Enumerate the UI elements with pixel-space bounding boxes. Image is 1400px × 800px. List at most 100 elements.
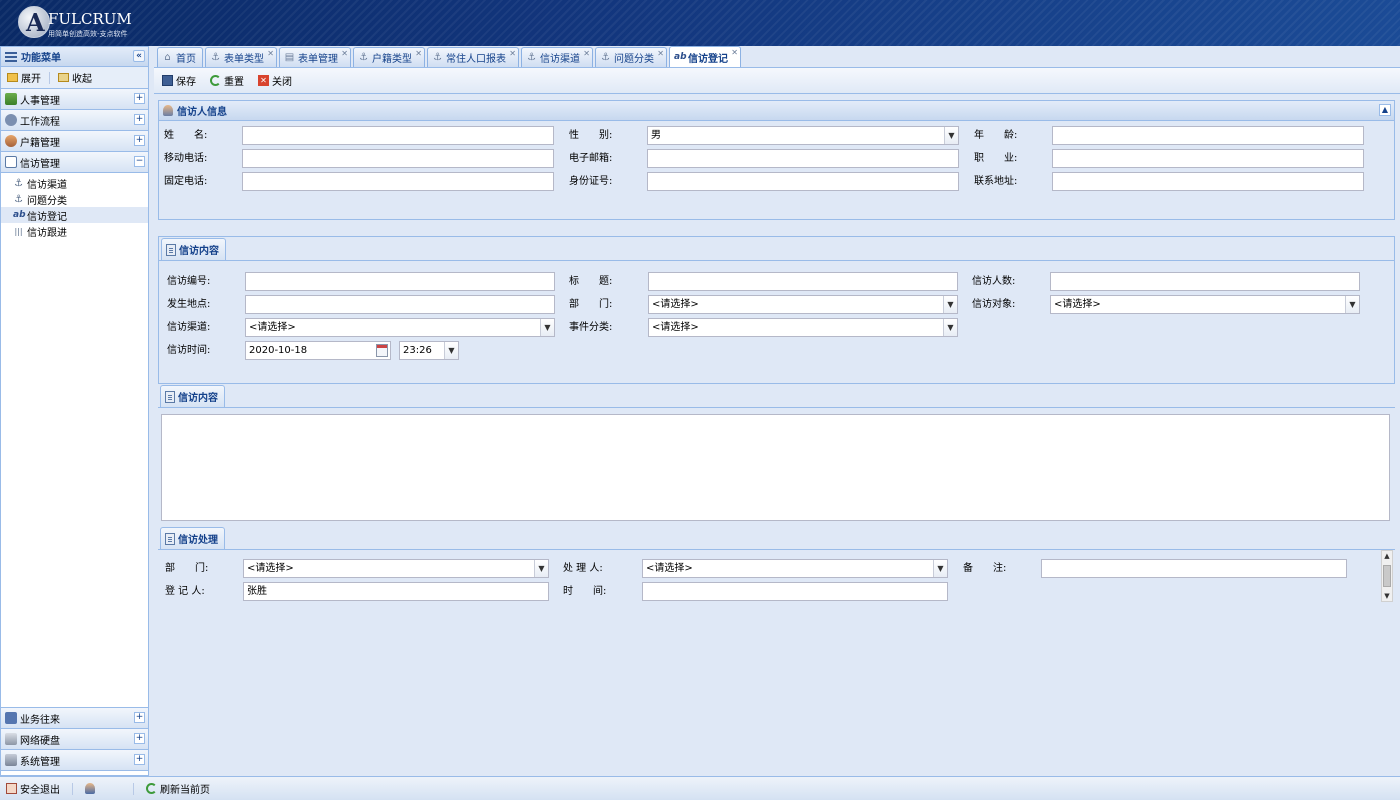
petition-content-tab[interactable]: 信访内容 [161,238,226,260]
address-label: 联系地址: [974,176,1018,187]
reset-button[interactable]: 重置 [208,72,246,90]
tab-label: 常住人口报表 [446,54,506,65]
chevron-down-icon[interactable]: ▼ [444,342,458,359]
close-icon[interactable]: ✕ [341,49,348,58]
tree-item-category[interactable]: ⚓ 问题分类 [1,191,148,207]
close-button[interactable]: ✕ 关闭 [256,72,294,90]
gender-select[interactable]: 男 ▼ [647,126,959,145]
close-icon[interactable]: ✕ [415,49,422,58]
sidebar-collapse-button[interactable]: « [133,50,145,62]
tab-form-type[interactable]: ⚓ 表单类型 ✕ [205,47,277,67]
handler-select[interactable]: <请选择> ▼ [642,559,948,578]
tab-resident-report[interactable]: ⚓ 常住人口报表 ✕ [427,47,519,67]
logout-button[interactable]: 安全退出 [6,781,60,796]
expand-toggle-icon[interactable]: + [134,114,145,125]
petition-text-area[interactable] [161,414,1390,521]
logo-subtitle: 用简单创造高效-支点软件 [48,30,128,38]
close-icon[interactable]: ✕ [509,49,516,58]
expand-all-button[interactable]: 展开 [7,70,41,85]
anchor-icon: ⚓ [14,177,23,189]
tree-item-channel[interactable]: ⚓ 信访渠道 [1,175,148,191]
petitioner-count-input[interactable] [1050,272,1360,291]
expand-toggle-icon[interactable]: + [134,712,145,723]
scroll-up-icon[interactable]: ▲ [1382,551,1392,561]
close-icon[interactable]: ✕ [657,49,664,58]
chevron-down-icon[interactable]: ▼ [933,560,947,577]
tab-issue-category[interactable]: ⚓ 问题分类 ✕ [595,47,667,67]
sidebar-section-personnel[interactable]: 人事管理 + [1,89,148,110]
job-input[interactable] [1052,149,1364,168]
subject-input[interactable] [648,272,958,291]
tab-petition-register[interactable]: ab 信访登记 ✕ [669,46,741,67]
header-pattern [0,0,1400,46]
expand-toggle-icon[interactable]: + [134,93,145,104]
close-icon: ✕ [258,75,269,86]
chevron-down-icon[interactable]: ▼ [944,127,958,144]
place-input[interactable] [245,295,555,314]
target-select[interactable]: <请选择> ▼ [1050,295,1360,314]
collapse-section-icon[interactable]: ▲ [1379,104,1391,116]
handling-scrollbar[interactable]: ▲ ▼ [1381,550,1393,602]
age-label: 年 龄: [974,130,1018,141]
petitioner-header: 信访人信息 ▲ [159,101,1394,121]
mobile-input[interactable] [242,149,554,168]
anchor-icon: ⚓ [14,193,23,205]
address-input[interactable] [1052,172,1364,191]
current-user[interactable] [85,783,95,794]
expand-toggle-icon[interactable]: + [134,135,145,146]
collapse-toggle-icon[interactable]: − [134,156,145,167]
tree-item-register[interactable]: ab 信访登记 [1,207,148,223]
handling-time-input[interactable] [642,582,948,601]
phone-input[interactable] [242,172,554,191]
handling-dept-select[interactable]: <请选择> ▼ [243,559,549,578]
tab-home[interactable]: ⌂ 首页 [157,47,203,67]
email-input[interactable] [647,149,959,168]
scroll-thumb[interactable] [1383,565,1391,587]
registrar-input[interactable]: 张胜 [243,582,549,601]
petition-number-input[interactable] [245,272,555,291]
tab-petition-channel[interactable]: ⚓ 信访渠道 ✕ [521,47,593,67]
tab-household-type[interactable]: ⚓ 户籍类型 ✕ [353,47,425,67]
chevron-down-icon[interactable]: ▼ [943,319,957,336]
collapse-all-button[interactable]: 收起 [58,70,92,85]
mobile-label: 移动电话: [164,153,208,164]
sidebar-section-household[interactable]: 户籍管理 + [1,131,148,152]
sidebar-section-system[interactable]: 系统管理 + [1,750,148,771]
sidebar-section-petition[interactable]: 信访管理 − [1,152,148,173]
date-input[interactable]: 2020-10-18 [245,341,391,360]
save-button[interactable]: 保存 [160,72,198,90]
expand-toggle-icon[interactable]: + [134,733,145,744]
close-icon[interactable]: ✕ [267,49,274,58]
reset-label: 重置 [224,77,244,88]
close-icon[interactable]: ✕ [583,49,590,58]
chevron-down-icon[interactable]: ▼ [540,319,554,336]
sidebar-section-workflow[interactable]: 工作流程 + [1,110,148,131]
chevron-down-icon[interactable]: ▼ [1345,296,1359,313]
tree-item-followup[interactable]: ||| 信访跟进 [1,223,148,239]
tab-form-manage[interactable]: ▤ 表单管理 ✕ [279,47,351,67]
id-number-input[interactable] [647,172,959,191]
subject-label: 标 题: [569,276,613,287]
remark-input[interactable] [1041,559,1347,578]
folder-open-icon [7,73,18,82]
name-input[interactable] [242,126,554,145]
petition-text-tab[interactable]: 信访内容 [160,385,225,407]
status-separator [72,782,73,795]
scroll-down-icon[interactable]: ▼ [1382,591,1392,601]
calendar-icon[interactable] [376,344,388,357]
expand-toggle-icon[interactable]: + [134,754,145,765]
handling-tab[interactable]: 信访处理 [160,527,225,549]
section-label: 业务往来 [20,714,60,726]
time-select[interactable]: 23:26 ▼ [399,341,459,360]
department-select[interactable]: <请选择> ▼ [648,295,958,314]
age-input[interactable] [1052,126,1364,145]
category-select[interactable]: <请选择> ▼ [648,318,958,337]
sidebar-section-disk[interactable]: 网络硬盘 + [1,729,148,750]
menu-icon [5,51,17,62]
close-icon[interactable]: ✕ [731,48,738,57]
chevron-down-icon[interactable]: ▼ [534,560,548,577]
chevron-down-icon[interactable]: ▼ [943,296,957,313]
refresh-page-button[interactable]: 刷新当前页 [146,781,210,796]
channel-select[interactable]: <请选择> ▼ [245,318,555,337]
sidebar-section-business[interactable]: 业务往来 + [1,708,148,729]
